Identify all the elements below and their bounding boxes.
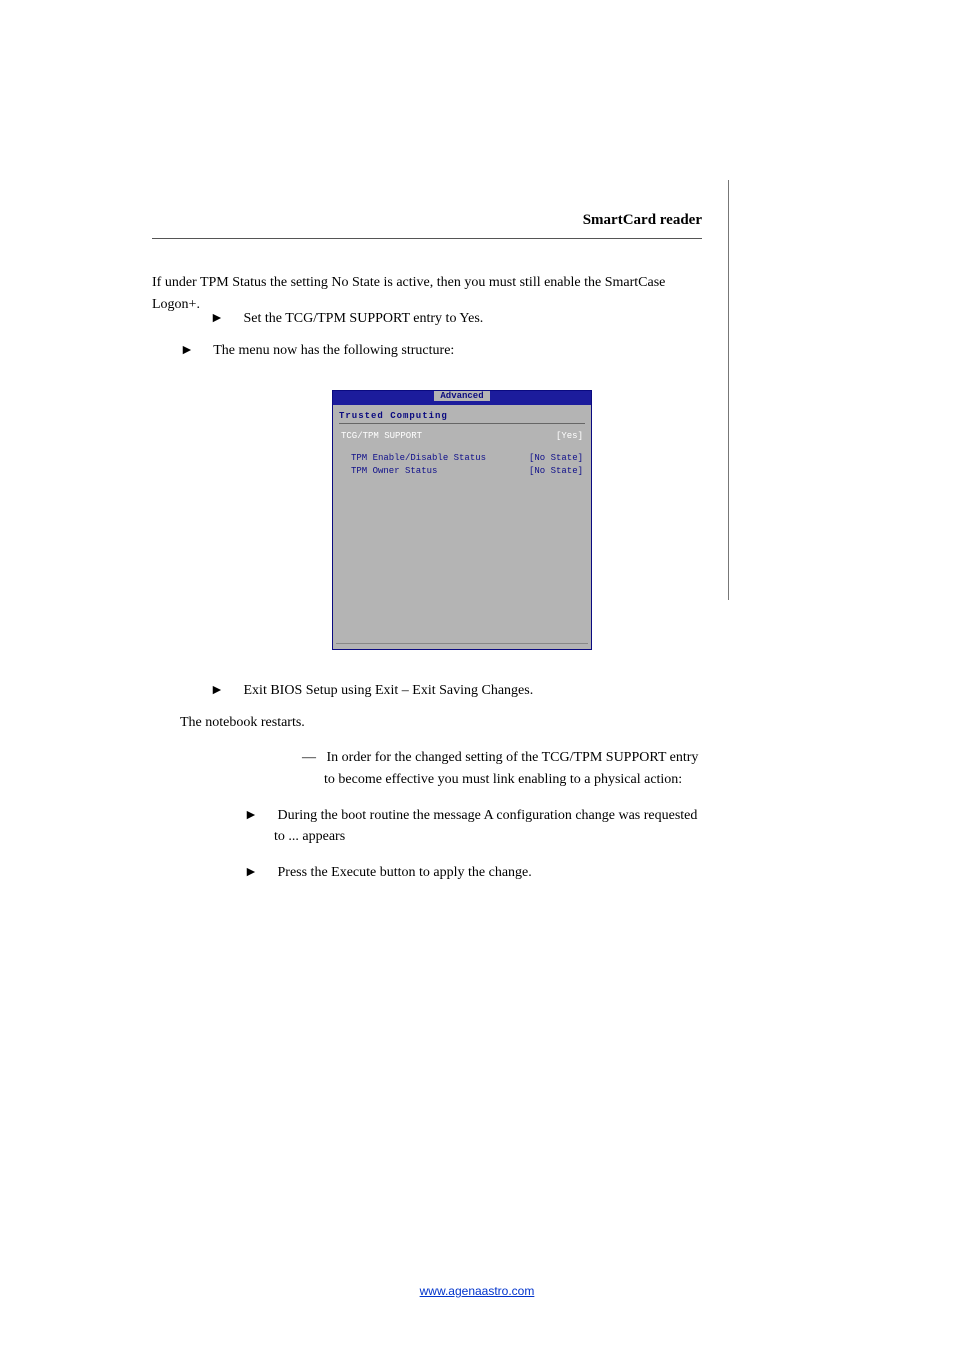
bios-row2-label: TPM Owner Status — [341, 465, 437, 479]
bios-rule — [339, 423, 585, 424]
bios-support-value: [Yes] — [556, 430, 583, 444]
step-1-result: ► The menu now has the following structu… — [180, 340, 702, 362]
bios-row-1: TPM Enable/Disable Status [No State] — [333, 452, 591, 466]
arrow-icon: ► — [210, 680, 240, 702]
sub-step-b: ► Press the Execute button to apply the … — [244, 862, 702, 884]
arrow-icon: ► — [244, 862, 274, 884]
sub-step-a: ► During the boot routine the message A … — [244, 805, 702, 848]
emdash-icon: — — [302, 750, 323, 765]
bios-support-label: TCG/TPM SUPPORT — [341, 430, 422, 444]
bios-row2-value: [No State] — [529, 465, 583, 479]
bios-row-2: TPM Owner Status [No State] — [333, 465, 591, 479]
step-3-lead: — In order for the changed setting of th… — [302, 747, 702, 790]
bios-row1-value: [No State] — [529, 452, 583, 466]
step-2: ► Exit BIOS Setup using Exit – Exit Savi… — [210, 680, 702, 702]
sub-b-text: Press the Execute button to apply the ch… — [278, 865, 532, 880]
step-1-text: Set the TCG/TPM SUPPORT entry to Yes. — [244, 311, 484, 326]
step-1: ► Set the TCG/TPM SUPPORT entry to Yes. — [210, 308, 702, 330]
arrow-icon: ► — [210, 308, 240, 330]
sub-a-text: During the boot routine the message A co… — [274, 808, 697, 845]
bios-screenshot: Advanced Trusted Computing TCG/TPM SUPPO… — [332, 390, 592, 650]
footer-anchor[interactable]: www.agenaastro.com — [420, 1284, 535, 1298]
bios-row1-label: TPM Enable/Disable Status — [341, 452, 486, 466]
bios-support-row: TCG/TPM SUPPORT [Yes] — [333, 430, 591, 444]
footer-link[interactable]: www.agenaastro.com — [0, 1284, 954, 1298]
page-header: SmartCard reader — [152, 212, 702, 229]
step-3-lead-text: In order for the changed setting of the … — [324, 750, 698, 787]
bios-bottom-edge — [336, 643, 588, 646]
bios-tab-advanced: Advanced — [434, 391, 489, 401]
header-rule — [152, 238, 702, 239]
step-2-result: The notebook restarts. — [180, 712, 702, 734]
arrow-icon: ► — [180, 340, 210, 362]
bios-tabbar: Advanced — [333, 391, 591, 405]
step-2-text: Exit BIOS Setup using Exit – Exit Saving… — [244, 683, 534, 698]
margin-rule — [728, 180, 729, 600]
arrow-icon: ► — [244, 805, 274, 827]
step-1-result-text: The menu now has the following structure… — [213, 343, 454, 358]
bios-section-title: Trusted Computing — [333, 405, 591, 423]
